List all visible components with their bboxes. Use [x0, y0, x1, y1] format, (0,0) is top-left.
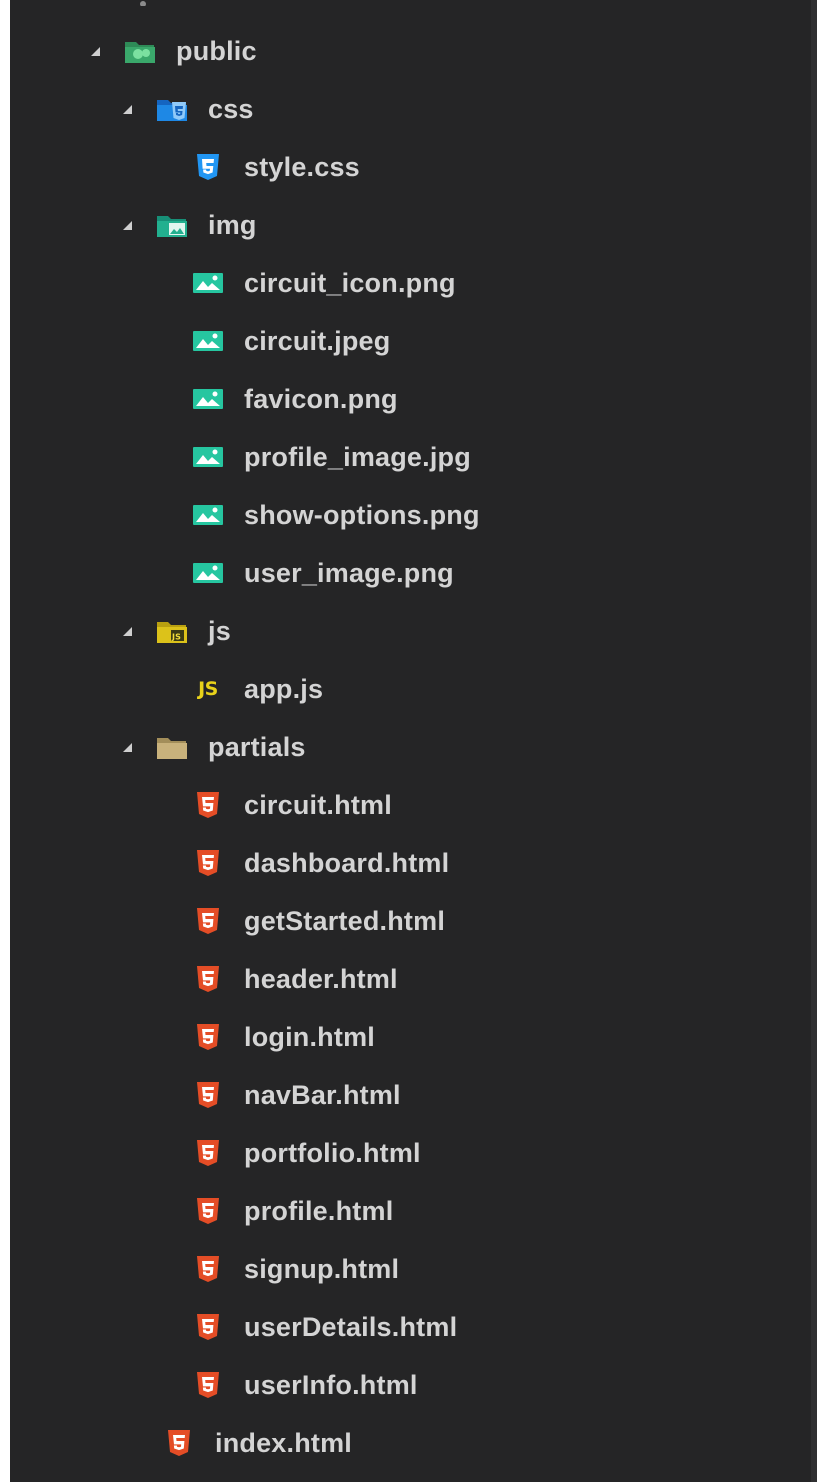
html5-file-icon [192, 1139, 224, 1167]
tree-file-profile-image-jpg[interactable]: profile_image.jpg [10, 428, 817, 486]
tree-file-app-js[interactable]: JS app.js [10, 660, 817, 718]
tree-item-label: profile.html [244, 1195, 394, 1226]
tree-item-label: circuit.html [244, 789, 392, 820]
tree-file-userdetails-html[interactable]: userDetails.html [10, 1298, 817, 1356]
expanded-chevron-icon[interactable] [120, 740, 134, 754]
tree-file-userinfo-html[interactable]: userInfo.html [10, 1356, 817, 1414]
tree-file-navbar-html[interactable]: navBar.html [10, 1066, 817, 1124]
html5-file-icon [192, 1255, 224, 1283]
tree-folder-css[interactable]: css [10, 80, 817, 138]
html5-file-icon [192, 965, 224, 993]
tree-file-profile-html[interactable]: profile.html [10, 1182, 817, 1240]
html5-file-icon [192, 1371, 224, 1399]
tree-item-label: public [176, 35, 257, 66]
tree-item-label: circuit_icon.png [244, 267, 456, 298]
tree-file-index-html[interactable]: index.html [10, 1414, 817, 1472]
tree-item-label: header.html [244, 963, 398, 994]
tree-file-getstarted-html[interactable]: getStarted.html [10, 892, 817, 950]
tree-item-label: dashboard.html [244, 847, 450, 878]
tree-item-label: favicon.png [244, 383, 398, 414]
image-file-icon [192, 443, 224, 471]
tree-folder-img[interactable]: img [10, 196, 817, 254]
folder-js-icon: JS [156, 617, 188, 645]
tree-file-user-image-png[interactable]: user_image.png [10, 544, 817, 602]
tree-item-label: portfolio.html [244, 1137, 421, 1168]
html5-file-icon [192, 849, 224, 877]
tree-file-signup-html[interactable]: signup.html [10, 1240, 817, 1298]
tree-file-circuit-icon-png[interactable]: circuit_icon.png [10, 254, 817, 312]
tree-file-style-css[interactable]: style.css [10, 138, 817, 196]
image-file-icon [192, 559, 224, 587]
file-tree: public css style.css img circuit_icon.pn… [10, 22, 817, 1472]
clipped-row-above [140, 0, 300, 6]
tree-file-portfolio-html[interactable]: portfolio.html [10, 1124, 817, 1182]
html5-file-icon [192, 1197, 224, 1225]
tree-item-label: login.html [244, 1021, 375, 1052]
folder-public-icon [124, 37, 156, 65]
tree-item-label: navBar.html [244, 1079, 401, 1110]
css3-file-icon [192, 153, 224, 181]
tree-item-label: js [208, 615, 231, 646]
tree-file-dashboard-html[interactable]: dashboard.html [10, 834, 817, 892]
tree-item-label: profile_image.jpg [244, 441, 471, 472]
tree-file-circuit-jpeg[interactable]: circuit.jpeg [10, 312, 817, 370]
tree-item-label: index.html [215, 1427, 353, 1458]
tree-folder-partials[interactable]: partials [10, 718, 817, 776]
expanded-chevron-icon[interactable] [120, 624, 134, 638]
tree-item-label: partials [208, 731, 306, 762]
expanded-chevron-icon[interactable] [120, 102, 134, 116]
image-file-icon [192, 501, 224, 529]
tree-item-label: img [208, 209, 257, 240]
tree-file-header-html[interactable]: header.html [10, 950, 817, 1008]
tree-folder-public[interactable]: public [10, 22, 817, 80]
tree-item-label: signup.html [244, 1253, 400, 1284]
folder-icon [156, 733, 188, 761]
folder-images-icon [156, 211, 188, 239]
tree-folder-js[interactable]: JS js [10, 602, 817, 660]
tree-item-label: getStarted.html [244, 905, 446, 936]
html5-file-icon [192, 1313, 224, 1341]
tree-item-label: show-options.png [244, 499, 480, 530]
tree-item-label: app.js [244, 673, 324, 704]
tree-file-circuit-html[interactable]: circuit.html [10, 776, 817, 834]
image-file-icon [192, 327, 224, 355]
tree-file-favicon-png[interactable]: favicon.png [10, 370, 817, 428]
svg-text:JS: JS [171, 633, 181, 642]
tree-item-label: circuit.jpeg [244, 325, 391, 356]
expanded-chevron-icon[interactable] [120, 218, 134, 232]
tree-item-label: userDetails.html [244, 1311, 458, 1342]
html5-file-icon [192, 1023, 224, 1051]
js-file-icon: JS [192, 675, 224, 703]
html5-file-icon [192, 907, 224, 935]
expanded-chevron-icon[interactable] [88, 44, 102, 58]
tree-item-label: style.css [244, 151, 360, 182]
file-explorer-panel: public css style.css img circuit_icon.pn… [10, 0, 817, 1482]
tree-item-label: user_image.png [244, 557, 454, 588]
tree-item-label: userInfo.html [244, 1369, 418, 1400]
js-glyph: JS [198, 678, 218, 700]
html5-file-icon [163, 1429, 195, 1457]
image-file-icon [192, 269, 224, 297]
html5-file-icon [192, 791, 224, 819]
html5-file-icon [192, 1081, 224, 1109]
tree-file-show-options-png[interactable]: show-options.png [10, 486, 817, 544]
folder-css-icon [156, 95, 188, 123]
tree-item-label: css [208, 93, 254, 124]
image-file-icon [192, 385, 224, 413]
tree-file-login-html[interactable]: login.html [10, 1008, 817, 1066]
